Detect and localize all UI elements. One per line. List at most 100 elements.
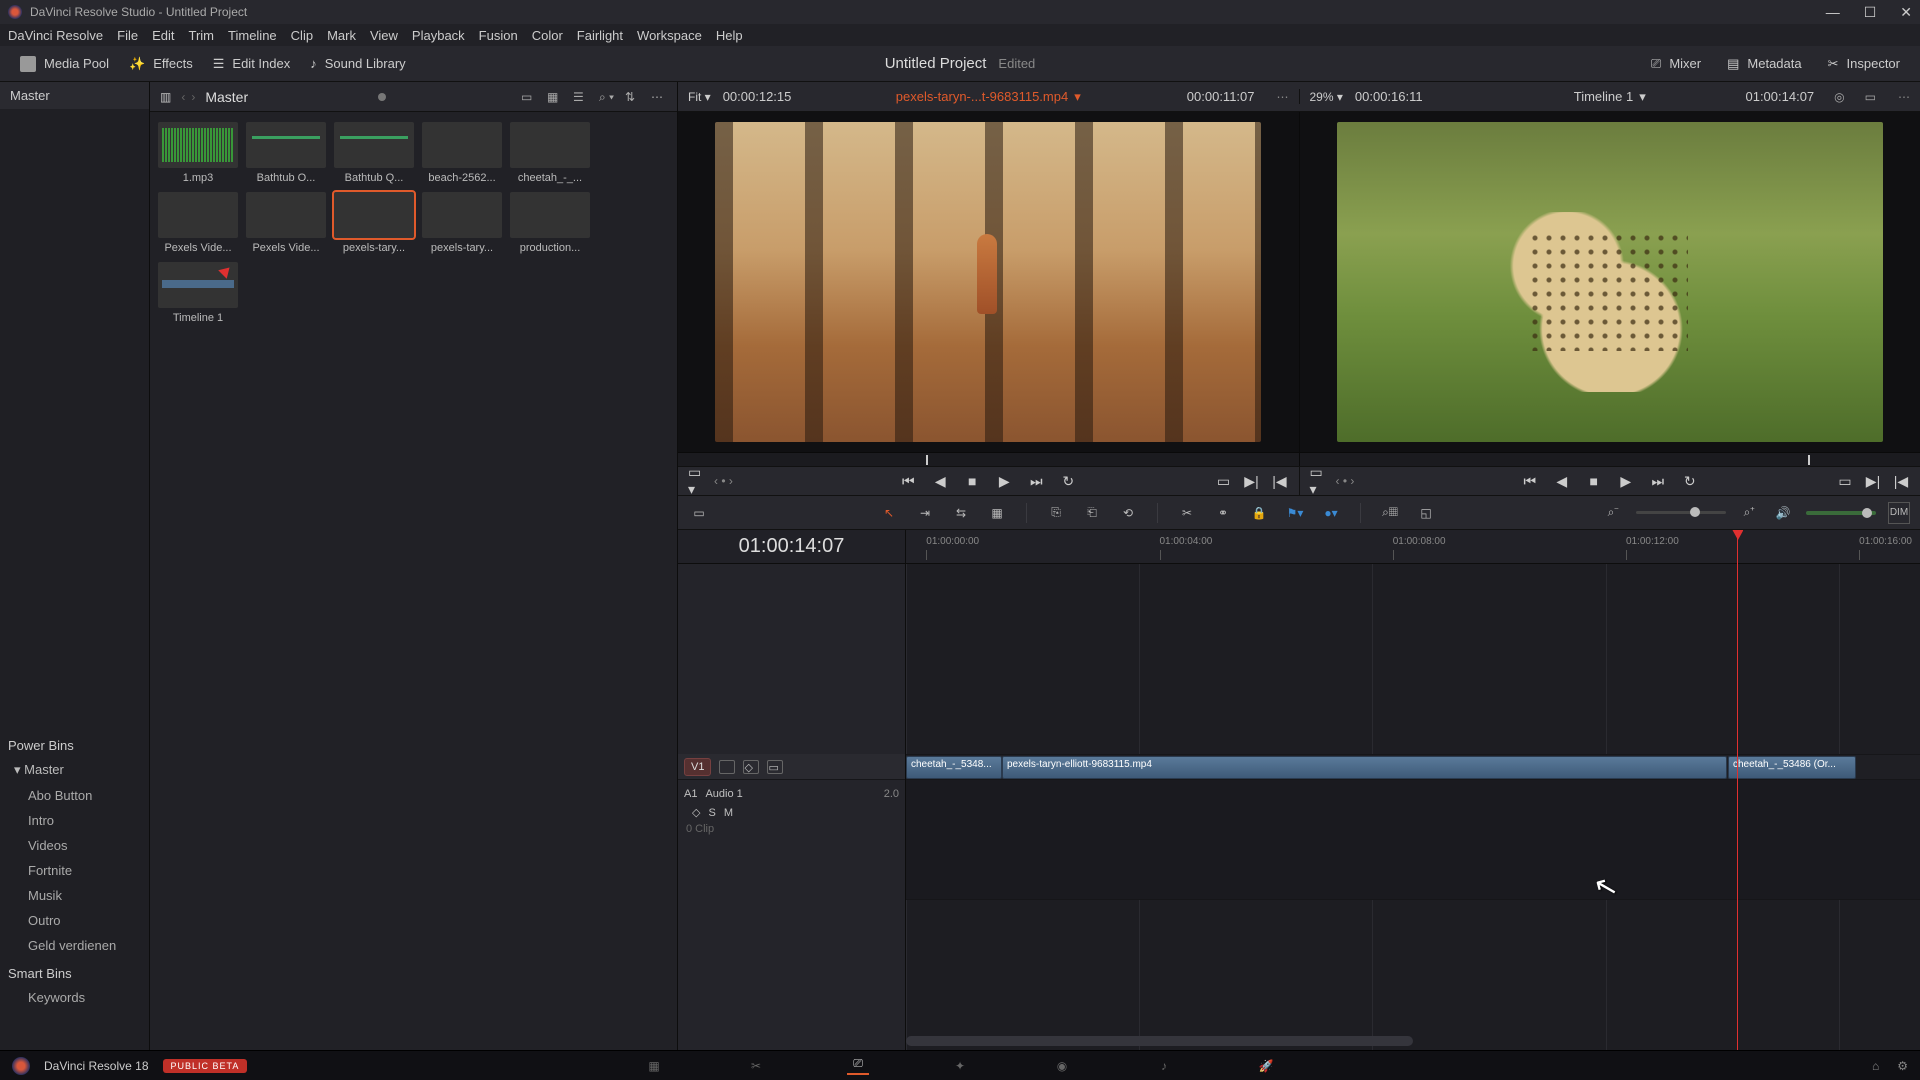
last-frame-button[interactable]: ⏭ xyxy=(1027,472,1045,490)
first-frame-button[interactable]: ⏮ xyxy=(899,472,917,490)
power-bin-item[interactable]: Abo Button xyxy=(0,783,149,808)
source-zoom-dropdown[interactable]: Fit ▾ xyxy=(688,90,711,104)
program-viewer[interactable] xyxy=(1299,112,1920,452)
audio-track-a1[interactable] xyxy=(906,780,1920,900)
tracks-area[interactable]: cheetah_-_5348...pexels-taryn-elliott-96… xyxy=(906,564,1920,1050)
power-bin-item[interactable]: Musik xyxy=(0,883,149,908)
playhead[interactable] xyxy=(1737,530,1738,1050)
menu-item[interactable]: Trim xyxy=(189,28,215,43)
play-reverse-button[interactable]: ◀ xyxy=(931,472,949,490)
program-scrub[interactable] xyxy=(1299,452,1920,466)
menu-item[interactable]: Mark xyxy=(327,28,356,43)
blade-tool-icon[interactable]: ▦ xyxy=(986,502,1008,524)
menu-item[interactable]: Fusion xyxy=(479,28,518,43)
menu-item[interactable]: File xyxy=(117,28,138,43)
inspector-button[interactable]: ✂ Inspector xyxy=(1818,52,1910,76)
fusion-page-icon[interactable]: ✦ xyxy=(949,1057,971,1075)
zoom-in-icon[interactable]: ⌕⁺ xyxy=(1738,502,1760,524)
timeline-tracks[interactable]: 01:00:00:0001:00:04:0001:00:08:0001:00:1… xyxy=(906,530,1920,1050)
track-visible-icon[interactable]: ▭ xyxy=(767,760,783,774)
timeline-timecode[interactable]: 01:00:14:07 xyxy=(678,530,905,564)
media-thumbnail[interactable]: pexels-tary... xyxy=(422,192,502,254)
menu-item[interactable]: Fairlight xyxy=(577,28,623,43)
source-scrub[interactable] xyxy=(678,452,1299,466)
flag-icon[interactable]: ⚑▾ xyxy=(1284,502,1306,524)
program-options-icon[interactable]: ⋯ xyxy=(1898,90,1910,104)
timeline-clip[interactable]: cheetah_-_5348... xyxy=(906,756,1002,779)
media-thumbnail[interactable]: cheetah_-_... xyxy=(510,122,590,184)
media-thumbnail[interactable]: pexels-tary... xyxy=(334,192,414,254)
out-point-icon[interactable]: |◀ xyxy=(1271,472,1289,490)
program-timeline-name[interactable]: Timeline 1 ▾ xyxy=(1574,89,1646,105)
play-button[interactable]: ▶ xyxy=(1617,472,1635,490)
menu-item[interactable]: Clip xyxy=(291,28,313,43)
list-view-icon[interactable]: ☰ xyxy=(573,90,589,104)
power-bin-item[interactable]: Intro xyxy=(0,808,149,833)
expand-viewer-icon[interactable]: ▭ xyxy=(1865,90,1876,104)
smart-bin-item[interactable]: Keywords xyxy=(0,985,149,1010)
track-lock-icon[interactable] xyxy=(719,760,735,774)
thumbnail-view-icon[interactable]: ▦ xyxy=(547,90,563,104)
menu-item[interactable]: Edit xyxy=(152,28,174,43)
out-point-icon[interactable]: |◀ xyxy=(1892,472,1910,490)
loop-button[interactable]: ↻ xyxy=(1059,472,1077,490)
timeline-clip[interactable]: cheetah_-_53486 (Or... xyxy=(1728,756,1856,779)
dim-button[interactable]: DIM xyxy=(1888,502,1910,524)
menu-item[interactable]: Workspace xyxy=(637,28,702,43)
more-icon[interactable]: ⋯ xyxy=(651,90,667,104)
menu-item[interactable]: DaVinci Resolve xyxy=(8,28,103,43)
program-position-tc[interactable]: 01:00:14:07 xyxy=(1745,89,1814,104)
program-mode-icon[interactable]: ▭ ▾ xyxy=(1310,472,1328,490)
selection-tool-icon[interactable]: ↖ xyxy=(878,502,900,524)
play-reverse-button[interactable]: ◀ xyxy=(1553,472,1571,490)
solo-button[interactable]: S xyxy=(708,807,715,819)
tree-root[interactable]: Master xyxy=(0,82,149,109)
source-position-tc[interactable]: 00:00:11:07 xyxy=(1187,89,1255,104)
play-button[interactable]: ▶ xyxy=(995,472,1013,490)
source-options-icon[interactable]: ⋯ xyxy=(1277,90,1289,104)
loop-button[interactable]: ↻ xyxy=(1681,472,1699,490)
video-track-v1[interactable]: cheetah_-_5348...pexels-taryn-elliott-96… xyxy=(906,754,1920,780)
source-clip-name[interactable]: pexels-taryn-...t-9683115.mp4 ▾ xyxy=(896,89,1081,105)
zoom-out-icon[interactable]: ⌕⁻ xyxy=(1602,502,1624,524)
program-zoom-dropdown[interactable]: 29% ▾ xyxy=(1310,90,1343,104)
dynamic-trim-icon[interactable]: ⇆ xyxy=(950,502,972,524)
filmstrip-view-icon[interactable]: ▭ xyxy=(521,90,537,104)
effects-button[interactable]: ✨ Effects xyxy=(119,52,203,76)
power-bin-item[interactable]: Videos xyxy=(0,833,149,858)
maximize-button[interactable]: ☐ xyxy=(1864,4,1877,21)
media-thumbnail[interactable]: Bathtub O... xyxy=(246,122,326,184)
insert-clip-icon[interactable]: ⎘ xyxy=(1045,502,1067,524)
media-thumbnail[interactable]: Pexels Vide... xyxy=(158,192,238,254)
sidebar-toggle-icon[interactable]: ▥ xyxy=(160,90,171,104)
timeline-clip[interactable]: pexels-taryn-elliott-9683115.mp4 xyxy=(1002,756,1727,779)
media-thumbnail[interactable]: beach-2562... xyxy=(422,122,502,184)
overwrite-clip-icon[interactable]: ⎗ xyxy=(1081,502,1103,524)
volume-icon[interactable]: 🔊 xyxy=(1772,502,1794,524)
trim-tool-icon[interactable]: ⇥ xyxy=(914,502,936,524)
first-frame-button[interactable]: ⏮ xyxy=(1521,472,1539,490)
media-page-icon[interactable]: ▦ xyxy=(643,1057,665,1075)
sort-icon[interactable]: ⇅ xyxy=(625,90,641,104)
project-settings-icon[interactable]: ⚙ xyxy=(1897,1059,1908,1073)
source-mode-icon[interactable]: ▭ ▾ xyxy=(688,472,706,490)
search-icon[interactable]: ⌕ ▾ xyxy=(599,90,615,104)
audio-track-header[interactable]: A1 Audio 1 2.0 ◇ S M 0 Clip xyxy=(678,780,905,841)
edit-page-icon[interactable]: ⎚ xyxy=(847,1057,869,1075)
cut-page-icon[interactable]: ✂ xyxy=(745,1057,767,1075)
zoom-to-fit-icon[interactable]: ◱ xyxy=(1415,502,1437,524)
media-thumbnail[interactable]: Pexels Vide... xyxy=(246,192,326,254)
stop-button[interactable]: ■ xyxy=(963,472,981,490)
mute-button[interactable]: M xyxy=(724,807,733,819)
replace-clip-icon[interactable]: ⟲ xyxy=(1117,502,1139,524)
search-icon[interactable]: ⌕▦ xyxy=(1379,502,1401,524)
timeline-scrollbar[interactable] xyxy=(906,1036,1413,1046)
video-track-header[interactable]: V1 ◇ ▭ xyxy=(678,754,905,780)
lock-icon[interactable]: 🔒 xyxy=(1248,502,1270,524)
fairlight-page-icon[interactable]: ♪ xyxy=(1153,1057,1175,1075)
last-frame-button[interactable]: ⏭ xyxy=(1649,472,1667,490)
audio-auto-select-icon[interactable]: ◇ xyxy=(692,806,700,819)
menu-item[interactable]: Help xyxy=(716,28,743,43)
stop-button[interactable]: ■ xyxy=(1585,472,1603,490)
a1-tag[interactable]: A1 xyxy=(684,788,697,800)
